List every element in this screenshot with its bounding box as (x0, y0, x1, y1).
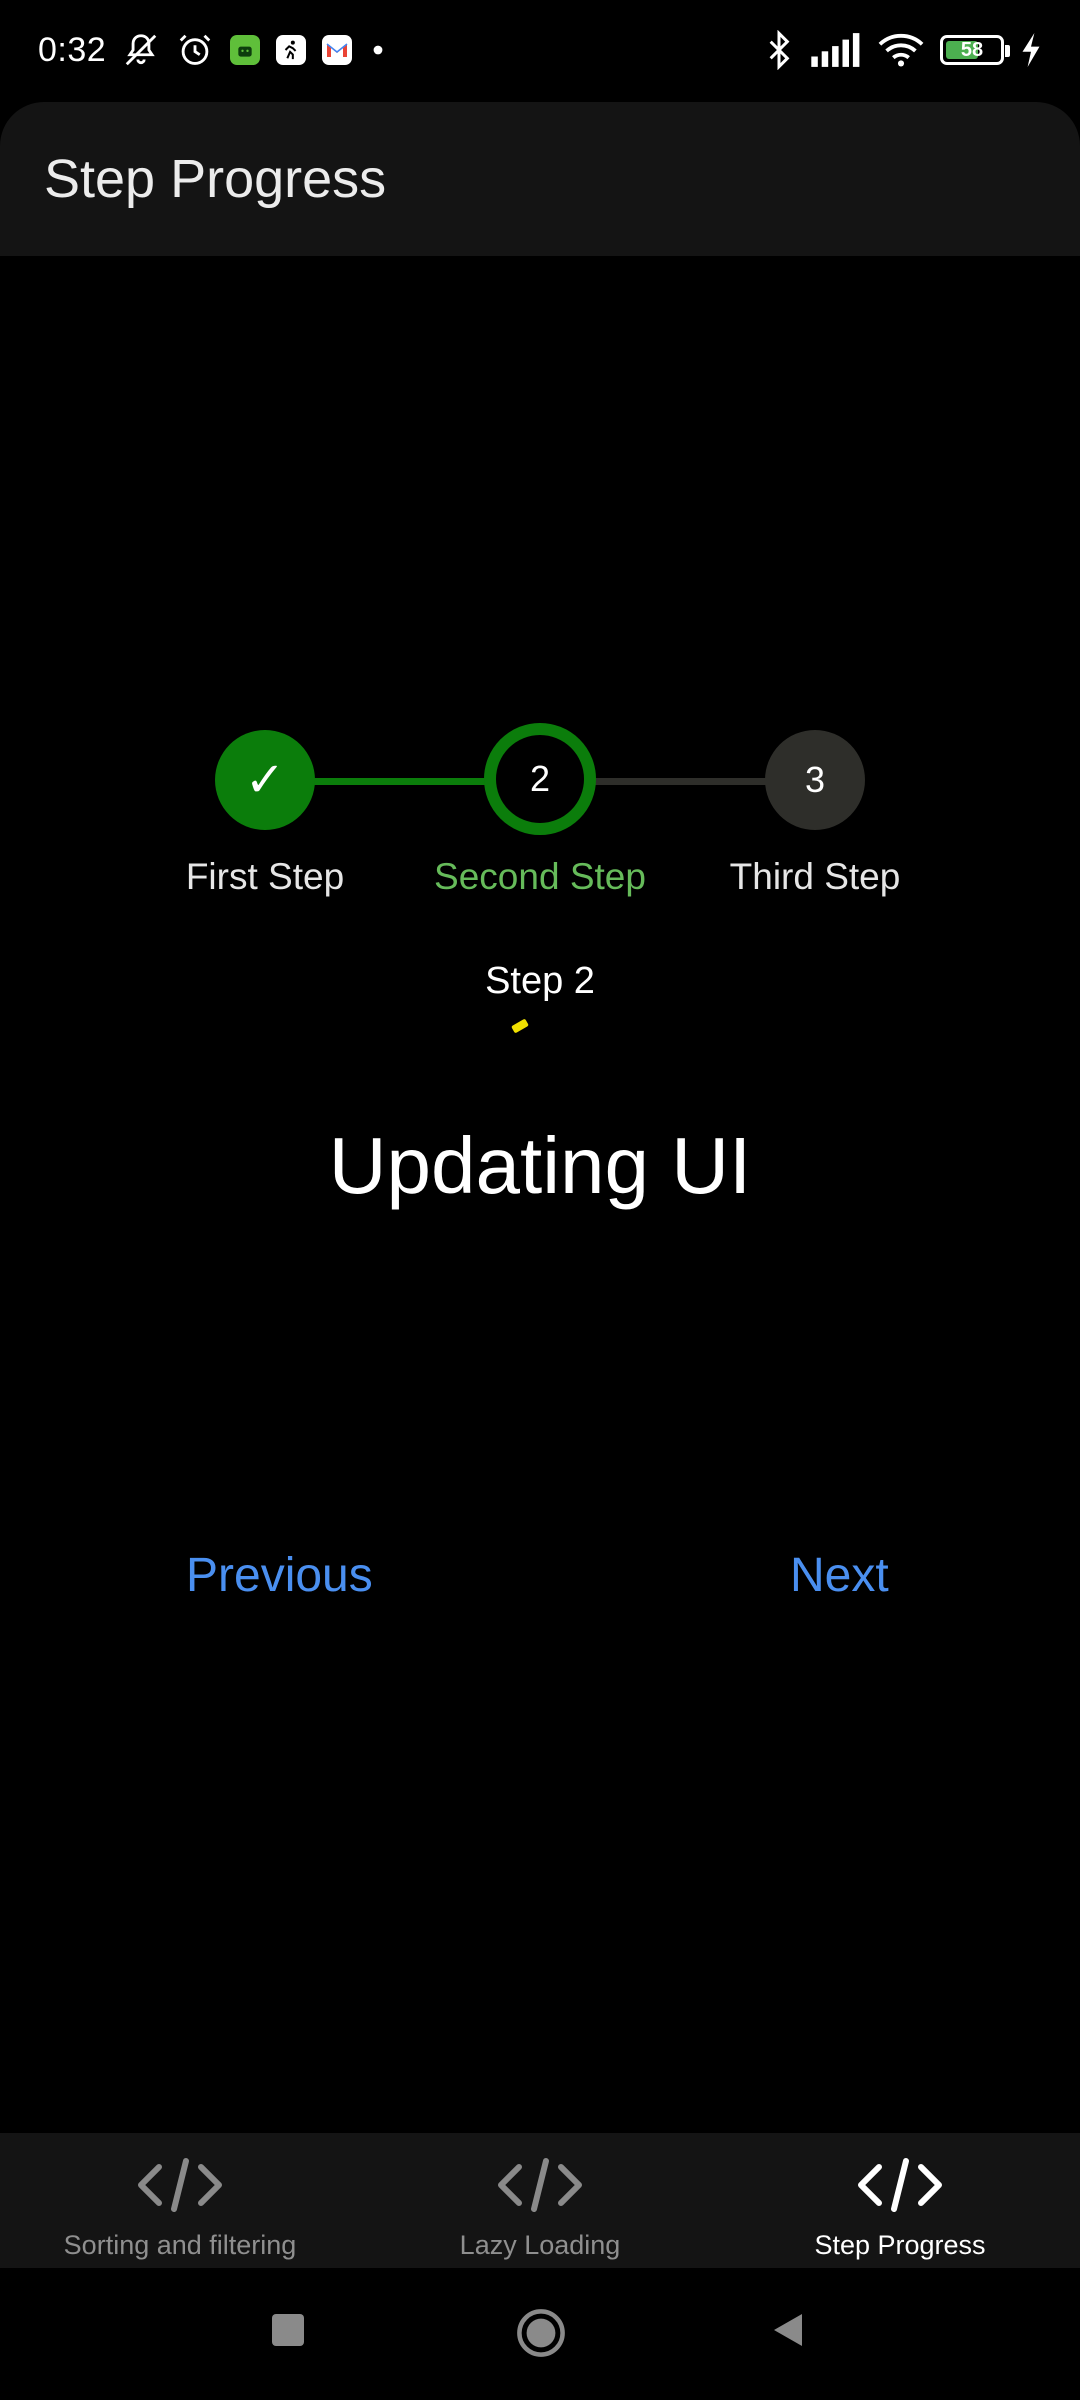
recents-button[interactable] (268, 2310, 308, 2355)
touch-indicator (511, 1018, 529, 1034)
previous-button[interactable]: Previous (186, 1548, 373, 1603)
triangle-back-icon (768, 2310, 808, 2355)
page-title: Step Progress (44, 149, 387, 209)
charging-icon (1020, 33, 1042, 67)
square-icon (268, 2310, 308, 2355)
bluetooth-icon (764, 30, 794, 70)
nav-label-step-progress: Step Progress (814, 2230, 986, 2260)
status-right: 58 (764, 30, 1042, 70)
bottom-navigation: Sorting and filtering Lazy Loading Step … (0, 2133, 1080, 2268)
wifi-icon (878, 32, 924, 68)
status-left: 0:32 (38, 31, 388, 70)
next-button[interactable]: Next (790, 1548, 889, 1603)
code-icon (495, 2153, 585, 2222)
nav-item-lazy-loading[interactable]: Lazy Loading (360, 2133, 720, 2268)
status-bar: 0:32 58 (0, 0, 1080, 100)
circle-icon (514, 2306, 568, 2365)
step-1-label: First Step (185, 856, 345, 897)
signal-icon (810, 33, 862, 67)
step-3-label: Third Step (729, 856, 901, 897)
nav-label-sorting-and-filtering: Sorting and filtering (63, 2230, 297, 2260)
alarm-icon (176, 31, 214, 69)
check-icon: ✓ (244, 754, 286, 807)
screen: 0:32 58 Step Progress ✓ 2 3 First Step S… (0, 0, 1080, 2400)
status-time: 0:32 (38, 30, 107, 69)
step-2-number: 2 (529, 758, 551, 799)
battery-level: 58 (960, 38, 984, 61)
android-app-icon (230, 35, 261, 65)
nav-item-sorting-and-filtering[interactable]: Sorting and filtering (0, 2133, 360, 2268)
step-1-circle[interactable]: ✓ (215, 730, 315, 830)
code-icon (135, 2153, 225, 2222)
battery-icon: 58 (940, 35, 1010, 65)
step-2-label: Second Step (434, 856, 646, 897)
step-3-circle[interactable]: 3 (765, 730, 865, 830)
gmail-icon (322, 35, 353, 65)
nav-item-step-progress[interactable]: Step Progress (720, 2133, 1080, 2268)
current-step-label: Step 2 (485, 960, 595, 1002)
top-app-bar: Step Progress (0, 102, 1080, 256)
step-content-message: Updating UI (328, 1121, 752, 1210)
nav-label-lazy-loading: Lazy Loading (459, 2230, 621, 2260)
back-button[interactable] (768, 2310, 808, 2355)
code-icon (855, 2153, 945, 2222)
mute-bell-icon (122, 31, 160, 69)
notification-dot-icon (368, 40, 388, 60)
home-button[interactable] (514, 2306, 568, 2365)
step-3-number: 3 (804, 759, 826, 800)
system-navigation-bar (0, 2268, 1080, 2400)
step-2-circle[interactable]: 2 (484, 723, 596, 835)
runner-app-icon (276, 35, 307, 65)
